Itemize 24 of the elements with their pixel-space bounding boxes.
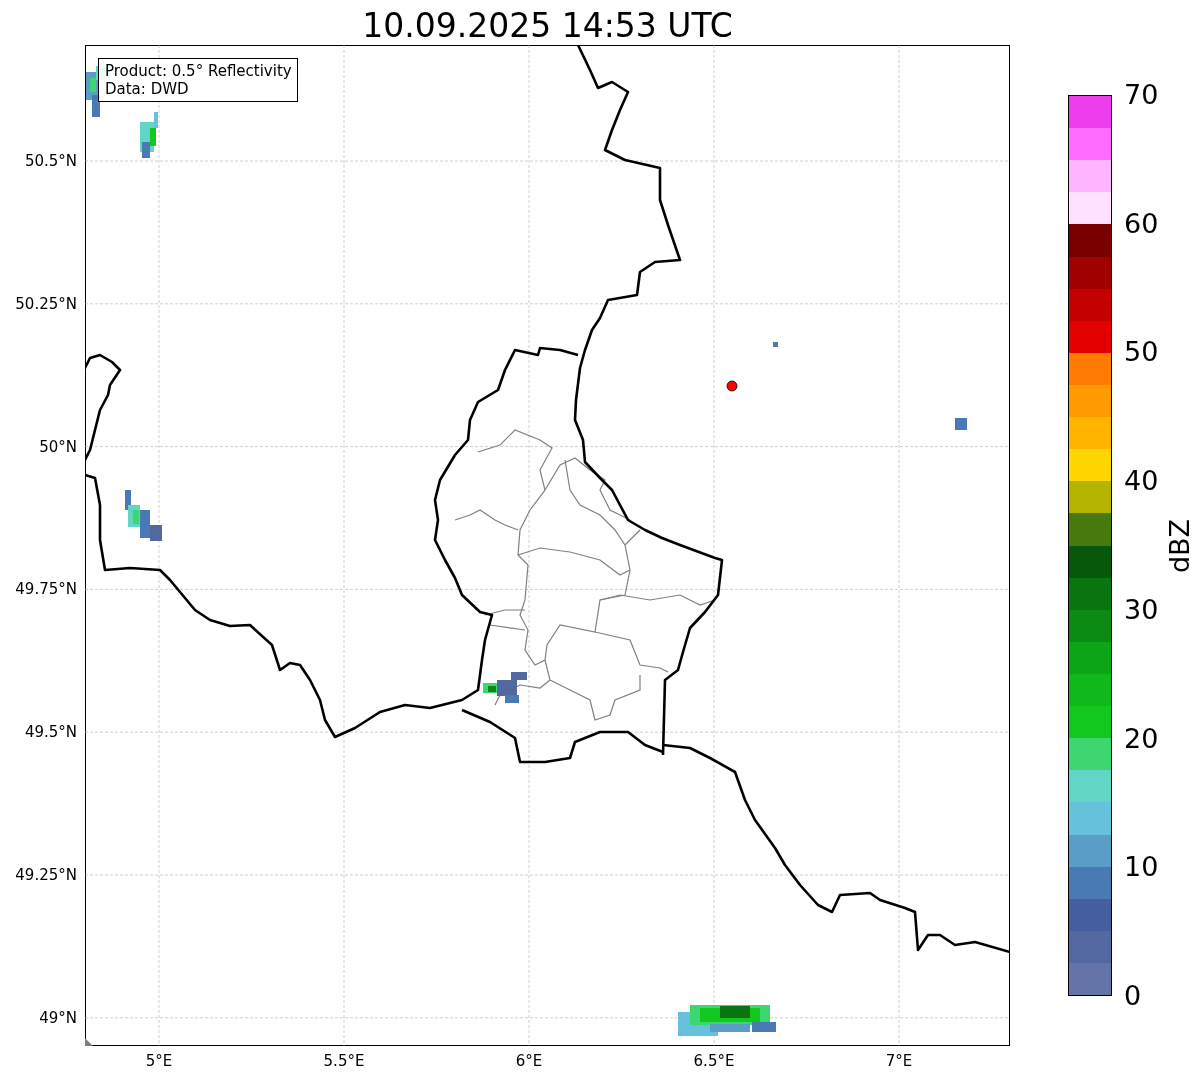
colorbar-label: dBZ (1163, 517, 1196, 576)
y-axis-label: 49.25°N (15, 865, 77, 885)
x-axis-label: 5.5°E (322, 1051, 366, 1071)
y-axis-label: 49°N (39, 1007, 77, 1028)
y-axis-label: 50°N (39, 436, 77, 457)
colorbar-tick-label: 10 (1124, 850, 1159, 885)
colorbar-tick-label: 0 (1124, 979, 1142, 1013)
colorbar-tick-label: 30 (1124, 592, 1159, 627)
y-axis-label: 49.75°N (15, 579, 77, 600)
x-axis-label: 7°E (884, 1051, 914, 1071)
colorbar-tick-label: 70 (1124, 78, 1159, 112)
colorbar-tick-label: 20 (1124, 721, 1159, 756)
x-axis-label: 6°E (514, 1051, 544, 1071)
x-axis-label: 6.5°E (692, 1051, 736, 1071)
chart-title: 10.09.2025 14:53 UTC (361, 5, 734, 45)
x-axis-label: 5°E (144, 1051, 174, 1071)
colorbar-tick-label: 50 (1124, 335, 1159, 370)
legend-box: Product: 0.5° Reflectivity Data: DWD (98, 58, 298, 102)
radar-site-marker-icon (726, 380, 738, 392)
colorbar-tick-label: 40 (1124, 464, 1159, 499)
y-axis-label: 50.5°N (24, 151, 77, 171)
colorbar-tick-label: 60 (1124, 206, 1159, 241)
y-axis-label: 49.5°N (24, 722, 77, 743)
y-axis-label: 50.25°N (15, 293, 77, 314)
